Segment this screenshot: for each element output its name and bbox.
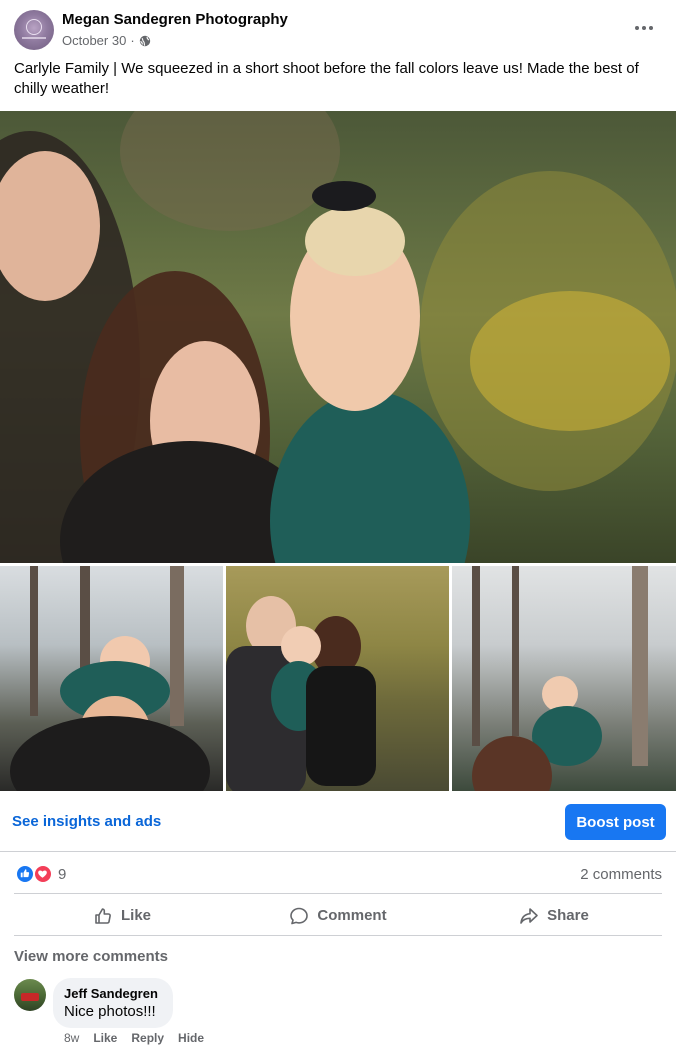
globe-icon[interactable]: [139, 35, 151, 47]
thumbs-up-icon: [95, 907, 111, 924]
like-button[interactable]: Like: [14, 896, 230, 935]
meta-separator: ·: [130, 33, 135, 48]
like-reaction-icon: [16, 865, 34, 883]
insights-row: See insights and ads Boost post: [0, 792, 676, 852]
comment-author-link[interactable]: Jeff Sandegren: [64, 986, 158, 1001]
comment-actions: 8w Like Reply Hide: [64, 1031, 204, 1045]
page-avatar[interactable]: [14, 10, 54, 50]
comment-button[interactable]: Comment: [230, 896, 446, 935]
comment-text: Nice photos!!!: [64, 1003, 156, 1020]
thumbnail-photo-2[interactable]: [226, 566, 449, 791]
like-label: Like: [120, 907, 151, 924]
main-photo[interactable]: [0, 111, 676, 563]
comment-age[interactable]: 8w: [64, 1031, 79, 1045]
comment-bubble-icon: [290, 907, 309, 924]
post-actions: Like Comment Share: [14, 896, 662, 936]
comment-reply-button[interactable]: Reply: [131, 1031, 164, 1045]
page-name-link[interactable]: Megan Sandegren Photography: [62, 11, 288, 28]
comments-count-link[interactable]: 2 comments: [580, 866, 662, 883]
comment-label: Comment: [317, 907, 387, 924]
love-reaction-icon: [34, 865, 52, 883]
post-caption: Carlyle Family | We squeezed in a short …: [14, 60, 639, 97]
comment-bubble: Jeff Sandegren Nice photos!!!: [53, 978, 173, 1028]
more-options-button[interactable]: [626, 12, 662, 44]
more-options-icon: [635, 26, 639, 30]
share-label: Share: [547, 907, 589, 924]
post-header: Megan Sandegren Photography October 30 ·: [0, 0, 676, 58]
thumbnail-photo-3[interactable]: [452, 566, 676, 791]
view-more-comments-link[interactable]: View more comments: [14, 948, 168, 965]
comment-hide-button[interactable]: Hide: [178, 1031, 204, 1045]
share-button[interactable]: Share: [446, 896, 662, 935]
reaction-icons[interactable]: [16, 864, 56, 884]
post-meta: October 30 ·: [62, 33, 151, 48]
reactions-summary: 9 2 comments: [14, 856, 662, 894]
reaction-count[interactable]: 9: [58, 866, 66, 883]
boost-post-button[interactable]: Boost post: [565, 804, 666, 840]
commenter-avatar[interactable]: [14, 979, 46, 1011]
post-date[interactable]: October 30: [62, 33, 126, 48]
thumbnail-photo-1[interactable]: [0, 566, 223, 791]
see-insights-link[interactable]: See insights and ads: [12, 813, 161, 830]
share-arrow-icon: [520, 907, 538, 924]
comment-like-button[interactable]: Like: [93, 1031, 117, 1045]
